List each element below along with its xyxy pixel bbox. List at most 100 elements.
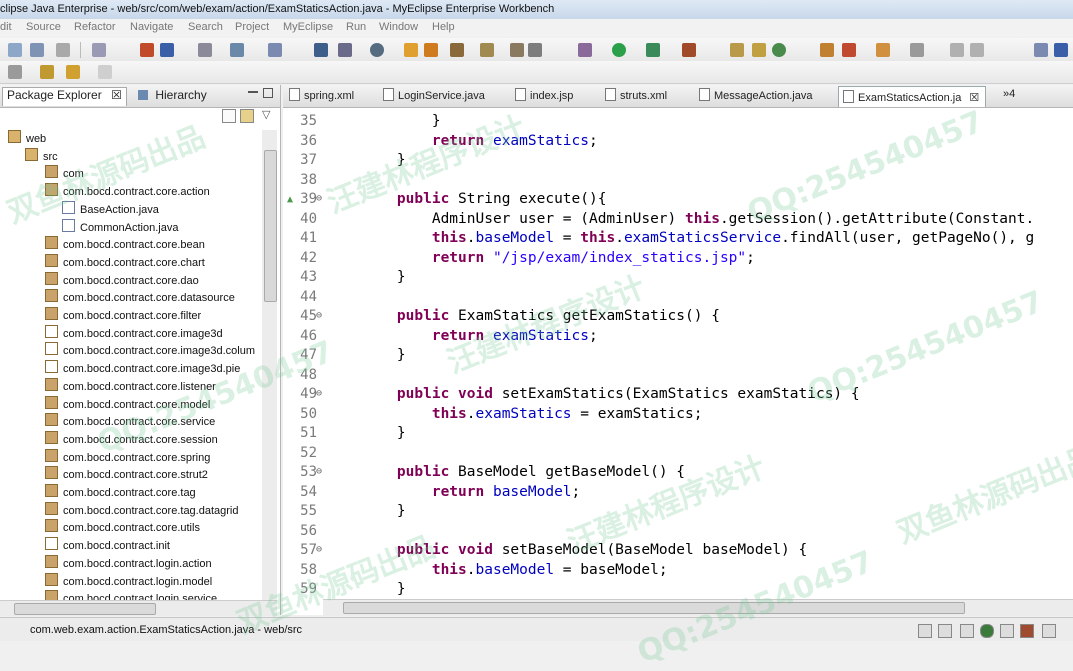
run-external-icon[interactable] (646, 43, 660, 57)
tab-examstaticsaction-java[interactable]: ExamStaticsAction.ja ☒ (838, 86, 987, 107)
monitor-icon[interactable] (528, 43, 542, 57)
code-line[interactable]: 48 (283, 367, 1073, 387)
menu-navigate[interactable]: Navigate (130, 21, 173, 33)
next-annotation-icon[interactable] (8, 65, 22, 79)
tab-index-jsp[interactable]: index.jsp (515, 88, 573, 106)
server-icon[interactable] (92, 43, 106, 57)
code-line[interactable]: 35 } (283, 113, 1073, 133)
close-icon[interactable]: ☒ (111, 88, 122, 102)
minimize-icon[interactable] (248, 91, 258, 93)
tree-item[interactable]: com.bocd.contract.core.listener (45, 377, 216, 396)
new-icon[interactable] (8, 43, 22, 57)
tree-item[interactable]: com.bocd.contract.core.filter (45, 307, 201, 325)
code-line[interactable]: 44 (283, 289, 1073, 309)
code-line[interactable]: 53 ⊖ public BaseModel getBaseModel() { (283, 464, 1073, 484)
external-tools-icon[interactable] (682, 43, 696, 57)
menu-refactor[interactable]: Refactor (74, 21, 116, 33)
scroll-thumb[interactable] (264, 150, 277, 302)
code-line[interactable]: 56 (283, 523, 1073, 543)
browser-icon[interactable] (230, 43, 244, 57)
forward-icon[interactable] (98, 65, 112, 79)
task-icon[interactable] (876, 43, 890, 57)
status-icon[interactable] (1020, 624, 1034, 638)
tree-item[interactable]: com.bocd.contract.core.tag.datagrid (45, 501, 238, 520)
code-line[interactable]: 54 return baseModel; (283, 484, 1073, 504)
java-perspective-icon[interactable] (1054, 43, 1068, 57)
struts-icon[interactable] (338, 43, 352, 57)
fold-toggle-icon[interactable]: ⊖ (316, 466, 322, 477)
tree-item[interactable]: com.bocd.contract.init (45, 537, 170, 555)
tree-item[interactable]: com.bocd.contract.core.image3d (45, 324, 223, 343)
tab-struts-xml[interactable]: struts.xml (605, 88, 667, 106)
globe-icon[interactable] (370, 43, 384, 57)
tree-item[interactable]: com.bocd.contract.core.action (45, 183, 210, 201)
status-icon[interactable] (918, 624, 932, 638)
code-line[interactable]: 49 ⊖ public void setExamStatics(ExamStati… (283, 386, 1073, 406)
open-folder-icon[interactable] (820, 43, 834, 57)
tree-item[interactable]: com.bocd.contract.core.model (45, 395, 210, 414)
hammer-icon[interactable] (510, 43, 524, 57)
status-icon[interactable] (1000, 624, 1014, 638)
tab-package-explorer[interactable]: Package Explorer ☒ (2, 87, 127, 106)
code-line[interactable]: 47 } (283, 347, 1073, 367)
tree-item[interactable]: com.bocd.contract.core.image3d.pie (45, 360, 240, 378)
status-icon[interactable] (938, 624, 952, 638)
save-icon[interactable] (30, 43, 44, 57)
collapse-all-icon[interactable] (222, 109, 236, 123)
tree-item[interactable]: com.bocd.contract.login.service (45, 590, 217, 600)
menu-edit[interactable]: dit (0, 21, 12, 33)
fold-toggle-icon[interactable]: ⊖ (316, 388, 322, 399)
code-line[interactable]: 57 ⊖ public void setBaseModel(BaseModel b… (283, 542, 1073, 562)
tree-item[interactable]: src (25, 147, 58, 166)
tab-messageaction-java[interactable]: MessageAction.java (699, 88, 812, 106)
open-type-icon[interactable] (404, 43, 418, 57)
deploy-icon[interactable] (140, 43, 154, 57)
print-icon[interactable] (56, 43, 70, 57)
web-icon[interactable] (268, 43, 282, 57)
fold-toggle-icon[interactable]: ⊖ (316, 193, 322, 204)
new-package-icon[interactable] (730, 43, 744, 57)
tree-item[interactable]: com.bocd.contract.core.datasource (45, 289, 235, 307)
search-icon[interactable] (842, 43, 856, 57)
tree-item[interactable]: com.bocd.contract.core.image3d.colum (45, 342, 255, 360)
code-line[interactable]: 52 (283, 445, 1073, 465)
code-line[interactable]: 38 (283, 172, 1073, 192)
code-line[interactable]: 55 } (283, 503, 1073, 523)
tab-loginservice-java[interactable]: LoginService.java (383, 88, 485, 106)
menu-window[interactable]: Window (379, 21, 418, 33)
menu-myeclipse[interactable]: MyEclipse (283, 21, 333, 33)
debug-icon[interactable] (578, 43, 592, 57)
run-icon[interactable] (612, 43, 626, 57)
tree-item[interactable]: CommonAction.java (62, 218, 178, 237)
tree-horizontal-scrollbar[interactable] (0, 600, 277, 616)
scroll-thumb[interactable] (343, 602, 965, 614)
open-resource-icon[interactable] (424, 43, 438, 57)
status-icon[interactable] (960, 624, 974, 638)
prev-edit-icon[interactable] (40, 65, 54, 79)
view-menu-icon[interactable]: ▽ (262, 108, 270, 121)
tree-item[interactable]: com.bocd.contract.core.bean (45, 236, 205, 254)
code-line[interactable]: 59 } (283, 581, 1073, 601)
database-icon[interactable] (198, 43, 212, 57)
tree-item[interactable]: com.bocd.contract.core.utils (45, 519, 200, 537)
code-line[interactable]: 51 } (283, 425, 1073, 445)
more-tabs-button[interactable]: »4 (1003, 88, 1015, 106)
menu-help[interactable]: Help (432, 21, 455, 33)
maximize-icon[interactable] (263, 88, 273, 98)
tab-spring-xml[interactable]: spring.xml (289, 88, 354, 106)
tree-item[interactable]: com.bocd.contract.core.session (45, 430, 218, 449)
code-line[interactable]: 36 return examStatics; (283, 133, 1073, 153)
open-perspective-icon[interactable] (1034, 43, 1048, 57)
scroll-thumb[interactable] (14, 603, 156, 615)
code-line[interactable]: 58 this.baseModel = baseModel; (283, 562, 1073, 582)
package-deploy-icon[interactable] (160, 43, 174, 57)
tree-item[interactable]: com.bocd.contract.core.tag (45, 484, 196, 502)
tree-item[interactable]: com.bocd.contract.login.action (45, 554, 212, 573)
fold-toggle-icon[interactable]: ⊖ (316, 310, 322, 321)
code-line[interactable]: 37 } (283, 152, 1073, 172)
menu-run[interactable]: Run (346, 21, 366, 33)
tree-item[interactable]: com.bocd.contract.core.strut2 (45, 466, 208, 484)
status-icon[interactable] (980, 624, 994, 638)
tree-item[interactable]: com (45, 165, 84, 183)
code-line[interactable]: 43 } (283, 269, 1073, 289)
